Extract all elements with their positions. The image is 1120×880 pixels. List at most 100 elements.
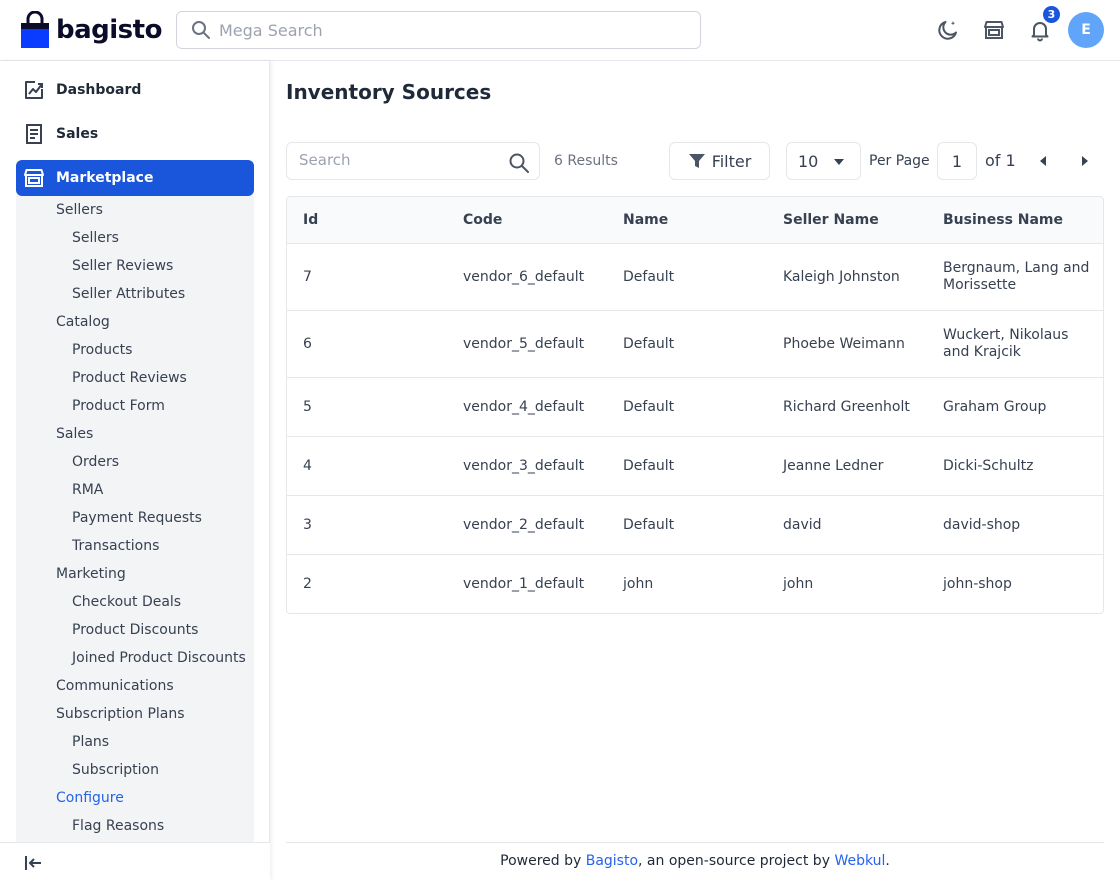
submenu-flag-reasons[interactable]: Flag Reasons [72,818,164,834]
bagisto-link[interactable]: Bagisto [586,853,638,869]
cell-id: 3 [303,517,312,533]
datagrid-search-input[interactable] [299,151,499,169]
table-row[interactable]: 3 vendor_2_default Default david david-s… [287,496,1103,555]
submenu-seller-reviews[interactable]: Seller Reviews [72,258,173,274]
footer-suffix: . [885,853,890,869]
column-header-business-name[interactable]: Business Name [943,212,1063,228]
caret-left-icon [1040,156,1046,166]
submenu-orders[interactable]: Orders [72,454,119,470]
submenu-subscription[interactable]: Subscription [72,762,159,778]
sidebar-footer [0,842,270,880]
marketplace-icon [22,166,46,190]
top-header: bagisto 3 E [0,0,1120,61]
table-row[interactable]: 6 vendor_5_default Default Phoebe Weiman… [287,311,1103,378]
page-title: Inventory Sources [286,80,492,104]
submenu-communications[interactable]: Communications [56,678,174,694]
sidebar-item-dashboard[interactable]: Dashboard [16,72,254,108]
cell-id: 4 [303,458,312,474]
storefront-button[interactable] [980,16,1008,44]
cell-id: 6 [303,336,312,352]
caret-down-icon [834,159,844,165]
submenu-transactions[interactable]: Transactions [72,538,159,554]
cell-name: Default [623,458,675,474]
submenu-marketing-group[interactable]: Marketing [56,566,126,582]
per-page-select[interactable]: 10 [786,142,861,180]
submenu-sales-group[interactable]: Sales [56,426,93,442]
sidebar-item-label: Marketplace [56,170,154,186]
previous-page-button[interactable] [1033,151,1053,171]
cell-code: vendor_4_default [463,399,585,415]
filter-label: Filter [711,151,752,171]
cell-seller-name: Phoebe Weimann [783,336,905,352]
cell-code: vendor_2_default [463,517,585,533]
footer-prefix: Powered by [500,853,586,869]
sidebar-item-label: Sales [56,126,99,142]
column-header-name[interactable]: Name [623,212,668,228]
submenu-sellers[interactable]: Sellers [72,230,119,246]
cell-seller-name: Kaleigh Johnston [783,269,900,285]
results-count: 6 Results [554,153,618,169]
mega-search-box[interactable] [176,11,701,49]
submenu-products[interactable]: Products [72,342,132,358]
dark-mode-toggle[interactable] [934,16,962,44]
submenu-checkout-deals[interactable]: Checkout Deals [72,594,181,610]
user-avatar[interactable]: E [1068,12,1104,48]
bagisto-logo[interactable]: bagisto [20,11,162,49]
submenu-payment-requests[interactable]: Payment Requests [72,510,202,526]
submenu-product-reviews[interactable]: Product Reviews [72,370,187,386]
shopping-bag-icon [21,11,49,48]
search-icon [192,21,210,39]
mega-search-input[interactable] [219,20,689,40]
cell-business-name: Graham Group [943,399,1047,415]
sidebar-item-marketplace[interactable]: Marketplace [16,160,254,196]
table-row[interactable]: 7 vendor_6_default Default Kaleigh Johns… [287,244,1103,311]
filter-icon [688,154,705,168]
per-page-label: Per Page [869,153,930,169]
submenu-seller-attributes[interactable]: Seller Attributes [72,286,185,302]
cell-seller-name: david [783,517,822,533]
table-row[interactable]: 4 vendor_3_default Default Jeanne Ledner… [287,437,1103,496]
webkul-link[interactable]: Webkul [834,853,885,869]
footer-middle: , an open-source project by [638,853,835,869]
search-icon[interactable] [508,152,530,174]
dashboard-icon [22,78,46,102]
cell-code: vendor_6_default [463,269,585,285]
submenu-product-discounts[interactable]: Product Discounts [72,622,198,638]
cell-business-name: david-shop [943,517,1021,533]
datagrid-search-box[interactable] [286,142,540,180]
table-row[interactable]: 5 vendor_4_default Default Richard Green… [287,378,1103,437]
page-number-input[interactable] [937,142,977,180]
submenu-rma[interactable]: RMA [72,482,103,498]
filter-button[interactable]: Filter [669,142,770,180]
submenu-plans[interactable]: Plans [72,734,109,750]
cell-name: Default [623,269,675,285]
cell-business-name: Dicki-Schultz [943,458,1034,474]
cell-code: vendor_3_default [463,458,585,474]
caret-right-icon [1082,156,1088,166]
sidebar-item-label: Dashboard [56,82,142,98]
inventory-sources-table: Id Code Name Seller Name Business Name 7… [286,196,1104,614]
submenu-subscription-plans-group[interactable]: Subscription Plans [56,706,185,722]
moon-icon [938,21,957,40]
column-header-id[interactable]: Id [303,212,318,228]
cell-name: Default [623,517,675,533]
table-header: Id Code Name Seller Name Business Name [287,197,1103,244]
collapse-sidebar-button[interactable] [22,852,44,874]
table-row[interactable]: 2 vendor_1_default john john john-shop [287,555,1103,613]
submenu-joined-product-discounts[interactable]: Joined Product Discounts [72,650,246,666]
logo-text: bagisto [56,15,162,45]
submenu-catalog-group[interactable]: Catalog [56,314,110,330]
notification-badge: 3 [1041,4,1062,25]
submenu-product-form[interactable]: Product Form [72,398,165,414]
column-header-code[interactable]: Code [463,212,502,228]
cell-name: Default [623,399,675,415]
cell-name: john [623,576,654,592]
submenu-sellers-group[interactable]: Sellers [56,202,103,218]
sidebar-item-sales[interactable]: Sales [16,116,254,152]
cell-seller-name: john [783,576,814,592]
marketplace-submenu: Sellers Sellers Seller Reviews Seller At… [16,196,254,843]
submenu-configure[interactable]: Configure [56,790,124,806]
column-header-seller-name[interactable]: Seller Name [783,212,879,228]
next-page-button[interactable] [1075,151,1095,171]
cell-business-name: Wuckert, Nikolaus and Krajcik [943,327,1069,360]
